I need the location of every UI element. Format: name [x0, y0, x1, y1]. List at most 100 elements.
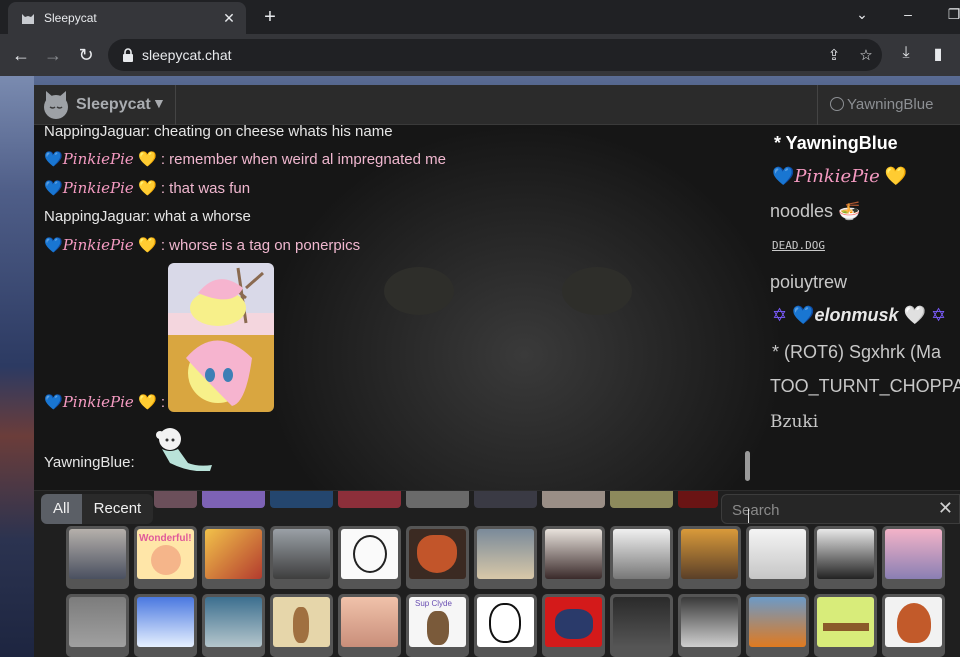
close-icon[interactable]: ✕	[938, 498, 953, 519]
browser-tab-bar: Sleepycat ✕ + ⌄ – ❐	[0, 0, 960, 34]
user-list-item[interactable]: noodles 🍜	[770, 201, 861, 222]
yellow-heart-icon: 💛	[137, 237, 157, 254]
emote-thumbnail[interactable]: Sup Clyde	[406, 594, 469, 657]
emote-caption: Sup Clyde	[415, 599, 452, 608]
emote-thumbnail[interactable]	[202, 526, 265, 589]
emote-thumbnail[interactable]	[542, 526, 605, 589]
address-bar[interactable]: sleepycat.chat ⇪ ☆	[108, 39, 882, 71]
emote-thumbnail[interactable]	[474, 526, 537, 589]
chat-message: NappingJaguar: what a whorse	[44, 208, 251, 225]
chat-message: 💙PinkiePie 💛 : remember when weird al im…	[44, 150, 446, 168]
emote-thumbnail[interactable]	[406, 491, 469, 508]
user-list: * YawningBlue 💙PinkiePie 💛 noodles 🍜 DEA…	[768, 125, 960, 485]
bookmark-star-icon[interactable]: ☆	[856, 46, 876, 64]
emote-thumbnail[interactable]	[202, 594, 265, 657]
emote-thumbnail[interactable]	[270, 594, 333, 657]
emote-caption: Wonderful!	[139, 533, 192, 544]
user-list-item[interactable]: * YawningBlue	[774, 133, 898, 154]
menu-caret-icon[interactable]: ▼	[152, 95, 166, 111]
emote-thumbnail[interactable]	[814, 594, 877, 657]
message-text: remember when weird al impregnated me	[169, 151, 446, 168]
user-account-button[interactable]: YawningBlue	[830, 96, 933, 113]
user-list-item[interactable]: 💙PinkiePie 💛	[772, 166, 907, 187]
emote-thumbnail[interactable]	[338, 491, 401, 508]
emote-thumbnail[interactable]	[154, 491, 197, 508]
message-author[interactable]: NappingJaguar	[44, 208, 146, 225]
emote-search-input[interactable]	[732, 500, 922, 520]
emote-thumbnail[interactable]: Wonderful!	[134, 526, 197, 589]
user-list-item[interactable]: poiuytrew	[770, 272, 847, 293]
emote-thumbnail[interactable]	[610, 594, 673, 657]
download-icon[interactable]: ⤓	[895, 44, 917, 62]
emote-thumbnail[interactable]	[134, 594, 197, 657]
chibi-emote-image[interactable]	[152, 425, 216, 471]
emote-search: ✕	[721, 494, 960, 524]
username: elonmusk	[814, 305, 899, 325]
fluttershy-meme-image[interactable]	[168, 263, 274, 412]
emote-thumbnail[interactable]	[678, 594, 741, 657]
emote-thumbnail[interactable]	[474, 594, 537, 657]
emote-thumbnail[interactable]	[270, 491, 333, 508]
header-divider	[817, 85, 818, 125]
message-author[interactable]: PinkiePie	[63, 150, 134, 168]
chat-message: 💙PinkiePie 💛 :	[44, 393, 165, 411]
emote-thumbnail[interactable]	[474, 491, 537, 508]
emote-thumbnail[interactable]	[338, 594, 401, 657]
message-list: NappingJaguar: cheating on cheese whats …	[44, 123, 744, 485]
blue-heart-icon: 💙	[44, 394, 63, 411]
emote-thumbnail[interactable]	[542, 594, 605, 657]
user-list-item[interactable]: TOO_TURNT_CHOPPA	[770, 376, 960, 397]
emote-thumbnail[interactable]	[66, 594, 129, 657]
message-author[interactable]: PinkiePie	[63, 236, 134, 254]
user-list-item[interactable]: Bzuki	[770, 412, 818, 432]
forward-button[interactable]: →	[42, 44, 64, 66]
blue-heart-icon: 💙	[44, 151, 63, 168]
tab-all[interactable]: All	[41, 494, 82, 524]
emote-thumbnail[interactable]	[338, 526, 401, 589]
emote-thumbnail[interactable]	[610, 526, 673, 589]
message-text: what a whorse	[154, 208, 251, 225]
emote-thumbnail[interactable]	[746, 526, 809, 589]
emote-thumbnail[interactable]	[882, 526, 945, 589]
restore-button[interactable]: ❐	[944, 6, 960, 23]
user-list-item[interactable]: ✡ 💙elonmusk 🤍 ✡	[772, 305, 946, 326]
user-list-item[interactable]: * (ROT6) Sgxhrk (Ma	[772, 342, 941, 363]
reload-button[interactable]: ↻	[75, 44, 97, 66]
emote-thumbnail[interactable]	[610, 491, 673, 508]
noodles-icon: 🍜	[838, 201, 861, 221]
star-of-david-icon: ✡	[931, 305, 947, 325]
white-heart-icon: 🤍	[903, 305, 926, 325]
message-author[interactable]: PinkiePie	[63, 393, 134, 411]
emote-thumbnail[interactable]	[202, 491, 265, 508]
emote-thumbnail[interactable]	[814, 526, 877, 589]
user-list-item[interactable]: DEAD.DOG	[772, 239, 825, 252]
emote-thumbnail[interactable]	[746, 594, 809, 657]
share-icon[interactable]: ⇪	[824, 46, 844, 64]
emote-thumbnail[interactable]	[678, 526, 741, 589]
close-tab-icon[interactable]: ✕	[220, 9, 238, 27]
username: PinkiePie	[794, 166, 880, 187]
emote-thumbnail[interactable]	[66, 526, 129, 589]
browser-tab[interactable]: Sleepycat ✕	[8, 2, 246, 34]
new-tab-button[interactable]: +	[258, 6, 282, 28]
emote-thumbnail[interactable]	[270, 526, 333, 589]
emote-thumbnail[interactable]	[678, 491, 718, 508]
message-author[interactable]: PinkiePie	[63, 179, 134, 197]
yellow-heart-icon: 💛	[137, 180, 157, 197]
tab-search-chevron-icon[interactable]: ⌄	[852, 6, 872, 23]
emote-thumbnail[interactable]	[406, 526, 469, 589]
back-button[interactable]: ←	[10, 44, 32, 66]
emote-thumbnail[interactable]	[542, 491, 605, 508]
side-panel-icon[interactable]: ▮	[927, 44, 949, 64]
minimize-button[interactable]: –	[898, 6, 918, 22]
emote-thumbnail[interactable]	[882, 594, 945, 657]
username: noodles	[770, 201, 834, 221]
message-author[interactable]: NappingJaguar	[44, 123, 146, 140]
chat-scrollbar-thumb[interactable]	[745, 451, 750, 481]
app-header: Sleepycat ▼ YawningBlue	[34, 85, 960, 125]
app-title[interactable]: Sleepycat	[76, 96, 151, 114]
sleepycat-favicon-icon	[22, 14, 34, 24]
sleepycat-logo-icon[interactable]	[40, 89, 72, 121]
tab-recent[interactable]: Recent	[81, 494, 154, 524]
message-author[interactable]: YawningBlue	[44, 454, 130, 471]
